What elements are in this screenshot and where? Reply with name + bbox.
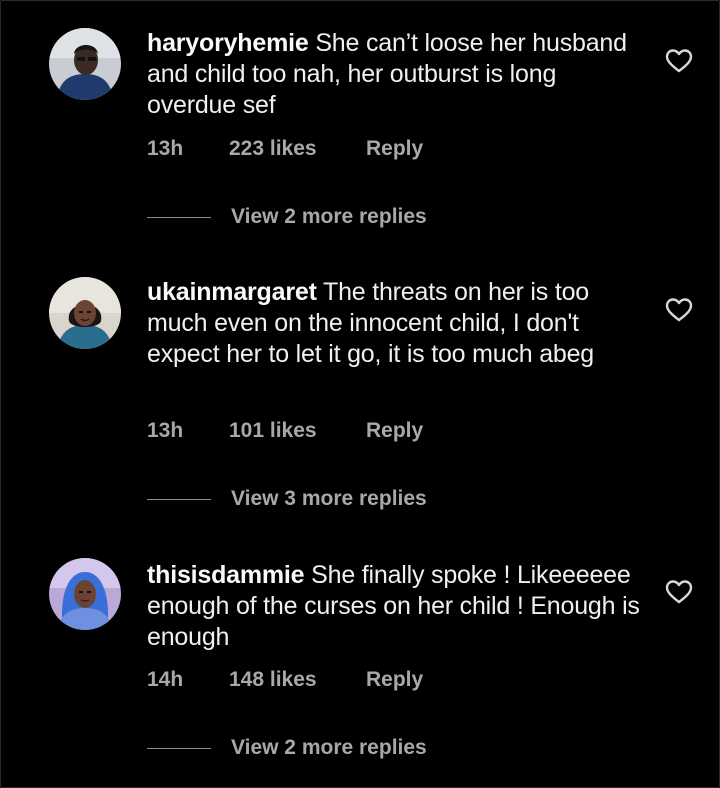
view-replies-button[interactable]: View 2 more replies bbox=[147, 205, 427, 229]
comment-time: 13h bbox=[147, 137, 184, 160]
comment-time: 13h bbox=[147, 419, 184, 442]
replies-divider bbox=[147, 747, 211, 749]
view-replies-label: View 2 more replies bbox=[231, 736, 427, 759]
comment-text: haryoryhemie She can’t loose her husband… bbox=[147, 28, 647, 121]
avatar[interactable] bbox=[49, 558, 121, 630]
like-heart-icon[interactable] bbox=[665, 579, 693, 605]
comment-likes[interactable]: 101 likes bbox=[229, 419, 366, 443]
comment-time: 14h bbox=[147, 668, 184, 691]
comment-text: ukainmargaret The threats on her is too … bbox=[147, 277, 647, 370]
comment-username[interactable]: ukainmargaret bbox=[147, 278, 317, 306]
reply-button[interactable]: Reply bbox=[366, 137, 423, 161]
comment-meta: 14h 148 likes Reply bbox=[147, 668, 423, 692]
avatar[interactable] bbox=[49, 277, 121, 349]
comment-text: thisisdammie She finally spoke ! Likeeee… bbox=[147, 560, 647, 653]
view-replies-button[interactable]: View 2 more replies bbox=[147, 736, 427, 760]
view-replies-label: View 3 more replies bbox=[231, 487, 427, 510]
comment-username[interactable]: haryoryhemie bbox=[147, 29, 309, 57]
view-replies-button[interactable]: View 3 more replies bbox=[147, 487, 427, 511]
reply-button[interactable]: Reply bbox=[366, 668, 423, 692]
like-heart-icon[interactable] bbox=[665, 297, 693, 323]
like-heart-icon[interactable] bbox=[665, 48, 693, 74]
comment-meta: 13h 223 likes Reply bbox=[147, 137, 423, 161]
replies-divider bbox=[147, 498, 211, 500]
avatar[interactable] bbox=[49, 28, 121, 100]
comment-likes[interactable]: 148 likes bbox=[229, 668, 366, 692]
reply-button[interactable]: Reply bbox=[366, 419, 423, 443]
comment-username[interactable]: thisisdammie bbox=[147, 561, 305, 589]
comment-likes[interactable]: 223 likes bbox=[229, 137, 366, 161]
replies-divider bbox=[147, 216, 211, 218]
comment-meta: 13h 101 likes Reply bbox=[147, 419, 423, 443]
comments-panel: haryoryhemie She can’t loose her husband… bbox=[0, 0, 720, 788]
view-replies-label: View 2 more replies bbox=[231, 205, 427, 228]
